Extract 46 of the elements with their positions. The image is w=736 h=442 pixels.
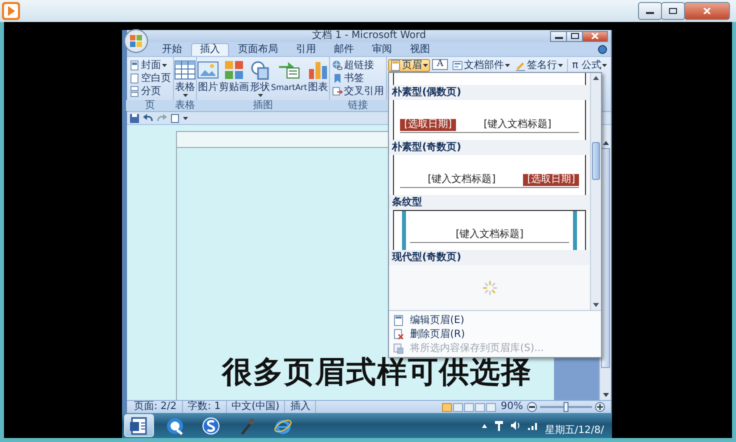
gallery-section-title: 现代型(奇数页): [389, 250, 590, 265]
bookmark-button[interactable]: 书签: [330, 72, 386, 85]
picture-button[interactable]: 图片: [197, 58, 219, 100]
cross-reference-button[interactable]: 交叉引用: [330, 85, 386, 98]
ribbon-tab[interactable]: 页面布局: [229, 43, 287, 56]
window-title: 文档 1 - Microsoft Word: [312, 30, 426, 42]
equation-button[interactable]: π 公式: [570, 59, 610, 72]
gallery-section-title: 条纹型: [389, 195, 590, 210]
ribbon-tab[interactable]: 审阅: [363, 43, 401, 56]
group-label: 链接: [329, 100, 388, 111]
title-placeholder: [键入文档标题]: [454, 229, 525, 241]
bar-chart-button[interactable]: 图表: [307, 58, 330, 100]
menu-item[interactable]: 编辑页眉(E): [389, 313, 602, 327]
group-label: 页: [126, 100, 174, 111]
ribbon-tab[interactable]: 视图: [401, 43, 439, 56]
group-label: 表格: [173, 100, 197, 111]
text-box-button[interactable]: A: [432, 59, 448, 70]
zoom-level: 90%: [500, 401, 524, 413]
date-placeholder: [选取日期]: [400, 119, 456, 131]
menu-item[interactable]: 删除页眉(R): [389, 327, 602, 341]
ribbon-tab[interactable]: 邮件: [325, 43, 363, 56]
header-preview[interactable]: [选取日期] [键入文档标题]: [393, 100, 586, 140]
gallery-section-title: 朴素型(偶数页): [389, 85, 590, 100]
ribbon-tab[interactable]: 开始: [153, 43, 191, 56]
title-placeholder: [键入文档标题]: [426, 174, 497, 186]
title-placeholder: [键入文档标题]: [482, 119, 552, 131]
table-button[interactable]: 表格: [174, 58, 196, 100]
document-parts-button[interactable]: 文档部件: [450, 59, 512, 72]
caption-text: 很多页眉式样可供选择: [222, 355, 532, 391]
cover-page-button[interactable]: 封面: [127, 59, 173, 72]
clock-date: 星期五/12/8/: [544, 424, 604, 436]
clip-art-button[interactable]: 剪贴画: [219, 58, 249, 100]
gallery-section-title: 朴素型(奇数页): [389, 140, 590, 155]
header-preview[interactable]: [键入文档标题]: [393, 210, 586, 250]
ribbon-tab[interactable]: 引用: [287, 43, 325, 56]
header-preview[interactable]: [键入文档标题] [选取日期]: [393, 155, 586, 195]
ribbon-tab[interactable]: 插入: [191, 43, 229, 56]
header-button[interactable]: 页眉: [388, 59, 430, 72]
date-placeholder: [选取日期]: [523, 174, 580, 186]
smartart-button[interactable]: SmartArt: [271, 58, 308, 100]
blank-page-button[interactable]: 空白页: [127, 72, 173, 85]
pen-button[interactable]: 签名行: [513, 59, 566, 72]
group-label: 插图: [196, 100, 330, 111]
shapes-button[interactable]: 形状: [249, 58, 271, 100]
page-break-button[interactable]: 分页: [127, 85, 173, 98]
globe-link-button[interactable]: 超链接: [330, 59, 386, 72]
